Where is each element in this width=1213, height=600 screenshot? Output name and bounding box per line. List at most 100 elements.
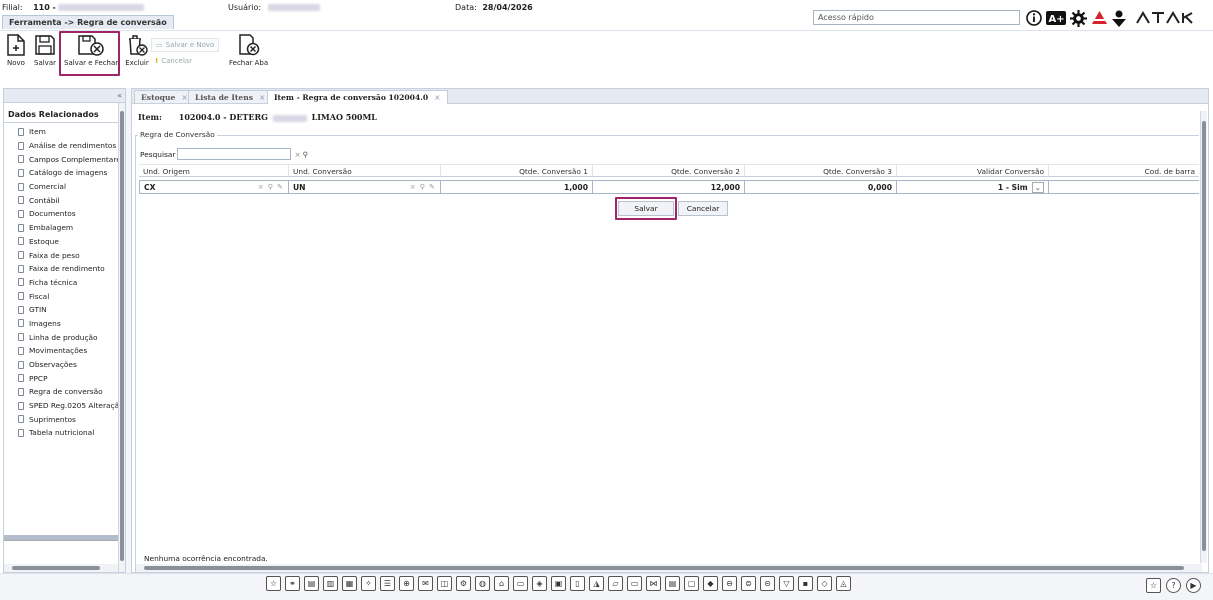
sidebar-item[interactable]: Linha de produção xyxy=(18,330,125,344)
shortcut-icon[interactable]: ▱ xyxy=(608,576,623,591)
field-actions-icons[interactable]: × ⚲ ✎ xyxy=(258,183,284,191)
shortcut-icon[interactable]: ▥ xyxy=(323,576,338,591)
und-conversao-field[interactable]: UN × ⚲ ✎ xyxy=(289,180,441,194)
shortcut-icon[interactable]: ⊜ xyxy=(741,576,756,591)
close-icon[interactable]: × xyxy=(434,93,440,102)
shortcut-icon[interactable]: ◇ xyxy=(817,576,832,591)
tab-regra-conversao[interactable]: Item - Regra de conversão 102004.0 × xyxy=(267,90,448,104)
salvar-button[interactable]: Salvar xyxy=(34,34,56,67)
shortcut-icon[interactable]: ▣ xyxy=(551,576,566,591)
close-icon[interactable]: × xyxy=(259,93,265,102)
col-validar[interactable]: Validar Conversão xyxy=(897,165,1049,176)
sidebar-item[interactable]: Comercial xyxy=(18,180,125,194)
search-icon[interactable]: ⚲ xyxy=(303,150,308,159)
main-horizontal-scrollbar[interactable] xyxy=(136,564,1202,572)
chevron-down-icon[interactable]: ⌄ xyxy=(1031,181,1044,193)
settings-gear-icon[interactable] xyxy=(1069,9,1087,27)
col-qtde-2[interactable]: Qtde. Conversão 2 xyxy=(593,165,745,176)
cancelar-toolbar-button[interactable]: ! Cancelar xyxy=(151,55,196,67)
sidebar-item[interactable]: Movimentações xyxy=(18,344,125,358)
shortcut-icon[interactable]: ◮ xyxy=(589,576,604,591)
row-cancel-button[interactable]: Cancelar xyxy=(678,201,728,216)
novo-button[interactable]: Novo xyxy=(6,34,26,67)
sidebar-item[interactable]: Suprimentos xyxy=(18,412,125,426)
shortcut-icon[interactable]: ⊝ xyxy=(760,576,775,591)
sidebar-item[interactable]: Campos Complementares xyxy=(18,152,125,166)
excluir-button[interactable]: Excluir xyxy=(125,34,149,67)
sidebar-vertical-scrollbar[interactable] xyxy=(118,103,125,572)
validar-select[interactable]: 1 - Sim ⌄ xyxy=(897,180,1049,194)
sidebar-item[interactable]: Catálogo de imagens xyxy=(18,166,125,180)
sidebar-item[interactable]: Faixa de rendimento xyxy=(18,262,125,276)
shortcut-icon[interactable]: ◫ xyxy=(437,576,452,591)
shortcut-icon[interactable]: ▯ xyxy=(570,576,585,591)
alert-icon[interactable] xyxy=(1090,9,1108,27)
shortcut-icon[interactable]: ⚙ xyxy=(456,576,471,591)
qtde1-field[interactable]: 1,000 xyxy=(441,180,593,194)
collapse-sidebar-button[interactable]: « xyxy=(117,91,122,100)
col-qtde-3[interactable]: Qtde. Conversão 3 xyxy=(745,165,897,176)
shortcut-icon[interactable]: ▭ xyxy=(513,576,528,591)
qtde3-field[interactable]: 0,000 xyxy=(745,180,897,194)
shortcut-icon[interactable]: ☆ xyxy=(266,576,281,591)
sidebar-item[interactable]: Faixa de peso xyxy=(18,248,125,262)
sidebar-item[interactable]: Análise de rendimentos xyxy=(18,139,125,153)
sidebar-item[interactable]: Estoque xyxy=(18,235,125,249)
main-scroll-thumb[interactable] xyxy=(1202,121,1206,551)
sidebar-item[interactable]: Fiscal xyxy=(18,289,125,303)
field-actions-icons[interactable]: × ⚲ ✎ xyxy=(410,183,436,191)
sidebar-item[interactable]: Imagens xyxy=(18,317,125,331)
sidebar-item[interactable]: Documentos xyxy=(18,207,125,221)
shortcut-icon[interactable]: ▭ xyxy=(627,576,642,591)
sidebar-item[interactable]: SPED Reg.0205 Alteração xyxy=(18,399,125,413)
sidebar-item[interactable]: Regra de conversão xyxy=(18,385,125,399)
window-tab[interactable]: Ferramenta -> Regra de conversão xyxy=(2,15,174,29)
shortcut-icon[interactable]: ⊕ xyxy=(399,576,414,591)
sidebar-item[interactable]: PPCP xyxy=(18,371,125,385)
shortcut-icon[interactable]: ◬ xyxy=(836,576,851,591)
play-icon[interactable]: ▶ xyxy=(1186,578,1201,593)
cod-barra-field[interactable] xyxy=(1049,180,1199,194)
shortcut-icon[interactable]: ▤ xyxy=(304,576,319,591)
sidebar-item[interactable]: Ficha técnica xyxy=(18,276,125,290)
col-qtde-1[interactable]: Qtde. Conversão 1 xyxy=(441,165,593,176)
qtde2-field[interactable]: 12,000 xyxy=(593,180,745,194)
shortcut-icon[interactable]: ⊖ xyxy=(722,576,737,591)
font-size-icon[interactable]: A+ xyxy=(1046,9,1066,27)
shortcut-icon[interactable]: ▤ xyxy=(665,576,680,591)
sidebar-item[interactable]: Item xyxy=(18,125,125,139)
shortcut-icon[interactable]: ◈ xyxy=(532,576,547,591)
favorites-icon[interactable]: ☆ xyxy=(1146,578,1161,593)
shortcut-icon[interactable]: ▪ xyxy=(798,576,813,591)
shortcut-icon[interactable]: ⚭ xyxy=(285,576,300,591)
col-cod-barra[interactable]: Cod. de barra xyxy=(1049,165,1199,176)
search-input[interactable] xyxy=(177,148,292,160)
shortcut-icon[interactable]: ▦ xyxy=(342,576,357,591)
shortcut-icon[interactable]: ◆ xyxy=(703,576,718,591)
main-hscroll-thumb[interactable] xyxy=(144,566,1184,570)
quick-access-input[interactable]: Acesso rápido xyxy=(813,10,1020,25)
shortcut-icon[interactable]: ⌂ xyxy=(494,576,509,591)
help-icon[interactable]: ? xyxy=(1166,578,1181,593)
shortcut-icon[interactable]: ☰ xyxy=(380,576,395,591)
sidebar-item[interactable]: Observações xyxy=(18,358,125,372)
shortcut-icon[interactable]: ✧ xyxy=(361,576,376,591)
col-und-conversao[interactable]: Und. Conversão xyxy=(289,165,441,176)
user-icon[interactable] xyxy=(1111,9,1127,27)
sidebar-item[interactable]: Contábil xyxy=(18,193,125,207)
sidebar-item[interactable]: GTIN xyxy=(18,303,125,317)
und-origem-field[interactable]: CX × ⚲ ✎ xyxy=(139,180,289,194)
shortcut-icon[interactable]: ✉ xyxy=(418,576,433,591)
sidebar-item[interactable]: Embalagem xyxy=(18,221,125,235)
sidebar-hscroll-thumb[interactable] xyxy=(12,566,100,570)
fechar-aba-button[interactable]: Fechar Aba xyxy=(229,34,268,67)
sidebar-horizontal-scrollbar[interactable] xyxy=(4,564,118,572)
tab-lista-itens[interactable]: Lista de Itens × xyxy=(188,90,273,103)
tab-estoque[interactable]: Estoque × xyxy=(134,90,195,103)
col-und-origem[interactable]: Und. Origem xyxy=(139,165,289,176)
shortcut-icon[interactable]: ◍ xyxy=(475,576,490,591)
shortcut-icon[interactable]: ⋈ xyxy=(646,576,661,591)
shortcut-icon[interactable]: ▽ xyxy=(779,576,794,591)
main-vertical-scrollbar[interactable] xyxy=(1200,111,1207,563)
shortcut-icon[interactable]: ▢ xyxy=(684,576,699,591)
